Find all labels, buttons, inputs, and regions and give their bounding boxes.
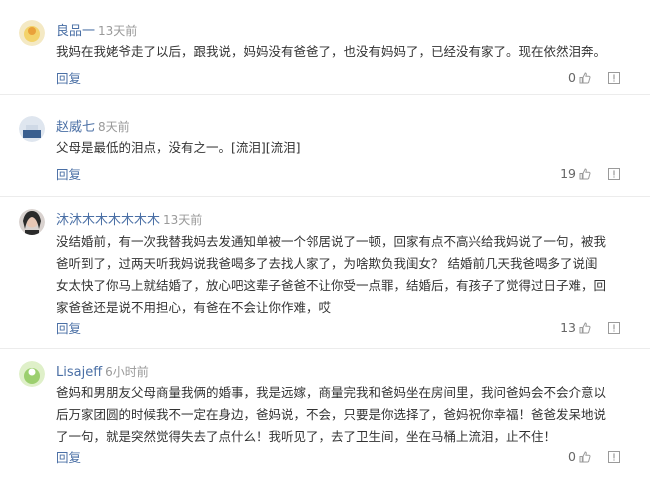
comment-text-line: 女太快了你马上就结婚了，放心吧这辈子爸爸不让你受一点罪，结婚后，有孩子了觉得过日… bbox=[56, 278, 607, 293]
comment-list: 良品一 13天前 我妈在我姥爷走了以后，跟我说，妈妈没有爸爸了，也没有妈妈了，已经… bbox=[0, 0, 650, 483]
timestamp: 8天前 bbox=[98, 120, 130, 134]
timestamp: 6小时前 bbox=[105, 365, 149, 379]
avatar[interactable] bbox=[19, 116, 45, 142]
like-count: 13 bbox=[560, 320, 576, 335]
timestamp: 13天前 bbox=[98, 24, 138, 38]
comment-item: 赵威七 8天前 父母是最低的泪点，没有之一。[流泪][流泪] 回复 19 bbox=[0, 95, 650, 197]
like-count: 0 bbox=[568, 449, 576, 464]
username[interactable]: 沐沐木木木木木木 bbox=[56, 213, 160, 228]
reply-button[interactable]: 回复 bbox=[56, 71, 81, 86]
reply-button[interactable]: 回复 bbox=[56, 321, 81, 336]
report-icon[interactable] bbox=[608, 322, 620, 334]
comment-item: 沐沐木木木木木木 13天前 没结婚前，有一次我替我妈去发通知单被一个邻居说了一顿，… bbox=[0, 197, 650, 349]
thumbs-up-icon[interactable] bbox=[579, 72, 591, 84]
avatar[interactable] bbox=[19, 361, 45, 387]
comment-text: 爸妈和男朋友父母商量我俩的婚事，我是远嫁，商量完我和爸妈坐在房间里，我问爸妈会不… bbox=[56, 382, 622, 448]
thumbs-up-icon[interactable] bbox=[579, 168, 591, 180]
thumbs-up-icon[interactable] bbox=[579, 451, 591, 463]
comment-text: 父母是最低的泪点，没有之一。[流泪][流泪] bbox=[56, 137, 622, 159]
report-icon[interactable] bbox=[608, 72, 620, 84]
avatar[interactable] bbox=[19, 209, 45, 235]
thumbs-up-icon[interactable] bbox=[579, 322, 591, 334]
timestamp: 13天前 bbox=[163, 213, 203, 227]
reply-button[interactable]: 回复 bbox=[56, 450, 81, 465]
comment-text: 我妈在我姥爷走了以后，跟我说，妈妈没有爸爸了，也没有妈妈了，已经没有家了。现在依… bbox=[56, 41, 622, 63]
report-icon[interactable] bbox=[608, 451, 620, 463]
username[interactable]: 赵威七 bbox=[56, 120, 95, 135]
comment-text-line: 我妈在我姥爷走了以后，跟我说，妈妈没有爸爸了，也没有妈妈了，已经没有家了。现在依… bbox=[56, 44, 607, 59]
username[interactable]: 良品一 bbox=[56, 24, 95, 39]
comment-item: Lisajeff 6小时前 爸妈和男朋友父母商量我俩的婚事，我是远嫁，商量完我和爸… bbox=[0, 349, 650, 483]
comment-text-line: 爸妈和男朋友父母商量我俩的婚事，我是远嫁，商量完我和爸妈坐在房间里，我问爸妈会不… bbox=[56, 385, 607, 400]
username[interactable]: Lisajeff bbox=[56, 365, 102, 380]
avatar[interactable] bbox=[19, 20, 45, 46]
like-count: 19 bbox=[560, 166, 576, 181]
comment-text-line: 父母是最低的泪点，没有之一。[流泪][流泪] bbox=[56, 140, 301, 155]
reply-button[interactable]: 回复 bbox=[56, 167, 81, 182]
comment-text-line: 没结婚前，有一次我替我妈去发通知单被一个邻居说了一顿，回家有点不高兴给我妈说了一… bbox=[56, 234, 607, 249]
comment-item: 良品一 13天前 我妈在我姥爷走了以后，跟我说，妈妈没有爸爸了，也没有妈妈了，已经… bbox=[0, 0, 650, 95]
like-count: 0 bbox=[568, 70, 576, 85]
comment-text-line: 家爸爸还是说不用担心，有爸在不会让你作难，哎 bbox=[56, 300, 332, 315]
report-icon[interactable] bbox=[608, 168, 620, 180]
comment-text-line: 爸听到了，过两天听我妈说我爸喝多了去找人家了，为啥欺负我闺女？ 结婚前几天我爸喝… bbox=[56, 256, 598, 271]
comment-text: 没结婚前，有一次我替我妈去发通知单被一个邻居说了一顿，回家有点不高兴给我妈说了一… bbox=[56, 231, 622, 319]
comment-text-line: 后万家团圆的时候我不一定在身边，爸妈说，不会，只要是你选择了，爸妈祝你幸福！爸爸… bbox=[56, 407, 607, 422]
comment-text-line: 了一句，就是突然觉得失去了点什么！我听见了，去了卫生间，坐在马桶上流泪，止不住！ bbox=[56, 429, 557, 444]
